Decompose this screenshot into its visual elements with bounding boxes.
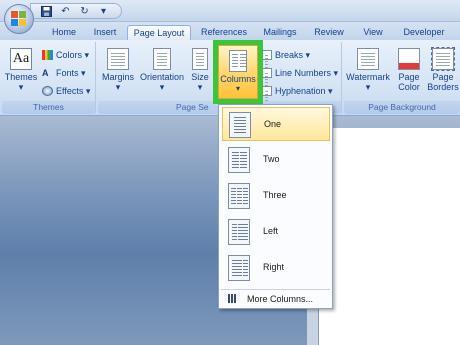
- page-borders-icon: [431, 47, 455, 71]
- page-background-group-label: Page Background: [344, 101, 460, 114]
- columns-option-three[interactable]: Three: [222, 179, 330, 213]
- page-color-icon: [398, 48, 420, 70]
- columns-option-label: Two: [263, 154, 280, 164]
- fonts-label: Fonts: [56, 68, 79, 78]
- left-column-icon: [228, 219, 250, 245]
- one-column-icon: [229, 112, 251, 138]
- chevron-down-icon: ▾: [115, 82, 121, 92]
- document-page[interactable]: [318, 128, 460, 345]
- columns-option-label: Left: [263, 226, 279, 236]
- hyphenation-label: Hyphenation: [275, 86, 326, 96]
- margins-button[interactable]: Margins ▾: [100, 46, 136, 98]
- tab-developer[interactable]: Developer: [396, 25, 452, 40]
- margins-label: Margins: [101, 72, 134, 82]
- colors-label: Colors: [56, 50, 83, 60]
- page-color-label: Page Color: [398, 72, 420, 92]
- columns-option-left[interactable]: Left: [222, 215, 330, 249]
- tab-mailings[interactable]: Mailings: [258, 25, 302, 40]
- watermark-button[interactable]: Watermark ▾: [346, 46, 390, 98]
- watermark-suffix: How: [415, 321, 452, 339]
- colors-button[interactable]: Colors ▾: [42, 48, 89, 62]
- more-columns-label: More Columns...: [247, 294, 314, 304]
- breaks-label: Breaks: [275, 50, 304, 60]
- menu-separator: [221, 289, 330, 290]
- margins-icon: [107, 48, 129, 70]
- undo-icon[interactable]: ↶: [60, 6, 71, 17]
- columns-icon: [229, 50, 247, 72]
- page-borders-button[interactable]: Page Borders: [426, 46, 460, 98]
- line-numbers-button[interactable]: Line Numbers ▾: [261, 66, 338, 80]
- columns-option-right[interactable]: Right: [222, 251, 330, 285]
- office-button[interactable]: [4, 4, 34, 34]
- themes-group: Aa Themes ▾ Colors ▾ A Fonts ▾ Effects ▾…: [2, 42, 96, 114]
- ribbon-tabs: Home Insert Page Layout References Maili…: [0, 22, 460, 40]
- orientation-button[interactable]: Orientation ▾: [138, 46, 186, 98]
- right-column-icon: [228, 255, 250, 281]
- quick-access-toolbar: ↶ ↻ ▾: [30, 3, 122, 19]
- chevron-down-icon: ▾: [365, 82, 371, 92]
- more-columns-button[interactable]: More Columns...: [222, 291, 330, 307]
- columns-dropdown: One Two Three Left Right More Columns...: [218, 104, 333, 309]
- columns-option-one[interactable]: One: [222, 107, 330, 141]
- page-borders-label: Page Borders: [427, 72, 459, 92]
- size-label: Size: [191, 72, 209, 82]
- hyphenation-button[interactable]: Hyphenation ▾: [261, 84, 333, 98]
- chevron-down-icon: ▾: [197, 82, 203, 92]
- save-icon[interactable]: [41, 5, 52, 17]
- page-color-button[interactable]: Page Color: [394, 46, 424, 98]
- columns-label: Columns: [220, 74, 256, 84]
- columns-option-label: Three: [263, 190, 287, 200]
- columns-option-label: Right: [263, 262, 285, 272]
- columns-option-two[interactable]: Two: [222, 143, 330, 177]
- tab-home[interactable]: Home: [46, 25, 82, 40]
- watermark-label: Watermark: [346, 72, 390, 82]
- customize-dropdown-icon[interactable]: ▾: [98, 6, 109, 17]
- themes-label: Themes: [4, 72, 38, 82]
- tab-insert[interactable]: Insert: [88, 25, 122, 40]
- tab-page-layout[interactable]: Page Layout: [127, 25, 191, 40]
- redo-icon[interactable]: ↻: [79, 6, 90, 17]
- columns-button[interactable]: Columns ▾: [218, 45, 258, 99]
- watermark-icon: [357, 48, 379, 70]
- wikihow-watermark: wikiHow: [386, 321, 452, 339]
- orientation-label: Orientation: [139, 72, 185, 82]
- two-columns-icon: [228, 147, 250, 173]
- breaks-button[interactable]: Breaks ▾: [261, 48, 310, 62]
- watermark-prefix: wiki: [385, 321, 416, 339]
- title-bar: ↶ ↻ ▾: [0, 0, 460, 22]
- chevron-down-icon: ▾: [159, 82, 165, 92]
- fonts-button[interactable]: A Fonts ▾: [42, 66, 86, 80]
- themes-button[interactable]: Aa Themes ▾: [4, 46, 38, 98]
- effects-button[interactable]: Effects ▾: [42, 84, 90, 98]
- effects-label: Effects: [56, 86, 84, 96]
- chevron-down-icon: ▾: [235, 84, 240, 93]
- more-columns-icon: [228, 294, 237, 303]
- tab-view[interactable]: View: [356, 25, 390, 40]
- line-numbers-label: Line Numbers: [275, 68, 332, 78]
- fonts-icon: A: [42, 68, 49, 78]
- colors-icon: [42, 50, 53, 60]
- tab-review[interactable]: Review: [309, 25, 349, 40]
- orientation-icon: [153, 48, 171, 70]
- themes-group-label: Themes: [2, 101, 95, 114]
- tab-references[interactable]: References: [196, 25, 252, 40]
- size-icon: [192, 48, 208, 70]
- columns-option-label: One: [264, 119, 282, 129]
- three-columns-icon: [228, 183, 250, 209]
- chevron-down-icon: ▾: [18, 82, 24, 92]
- size-button[interactable]: Size ▾: [188, 46, 212, 98]
- page-background-group: Watermark ▾ Page Color Page Borders Page…: [344, 42, 460, 114]
- themes-icon: Aa: [10, 48, 32, 70]
- effects-icon: [42, 86, 53, 96]
- office-logo-icon: [11, 11, 27, 27]
